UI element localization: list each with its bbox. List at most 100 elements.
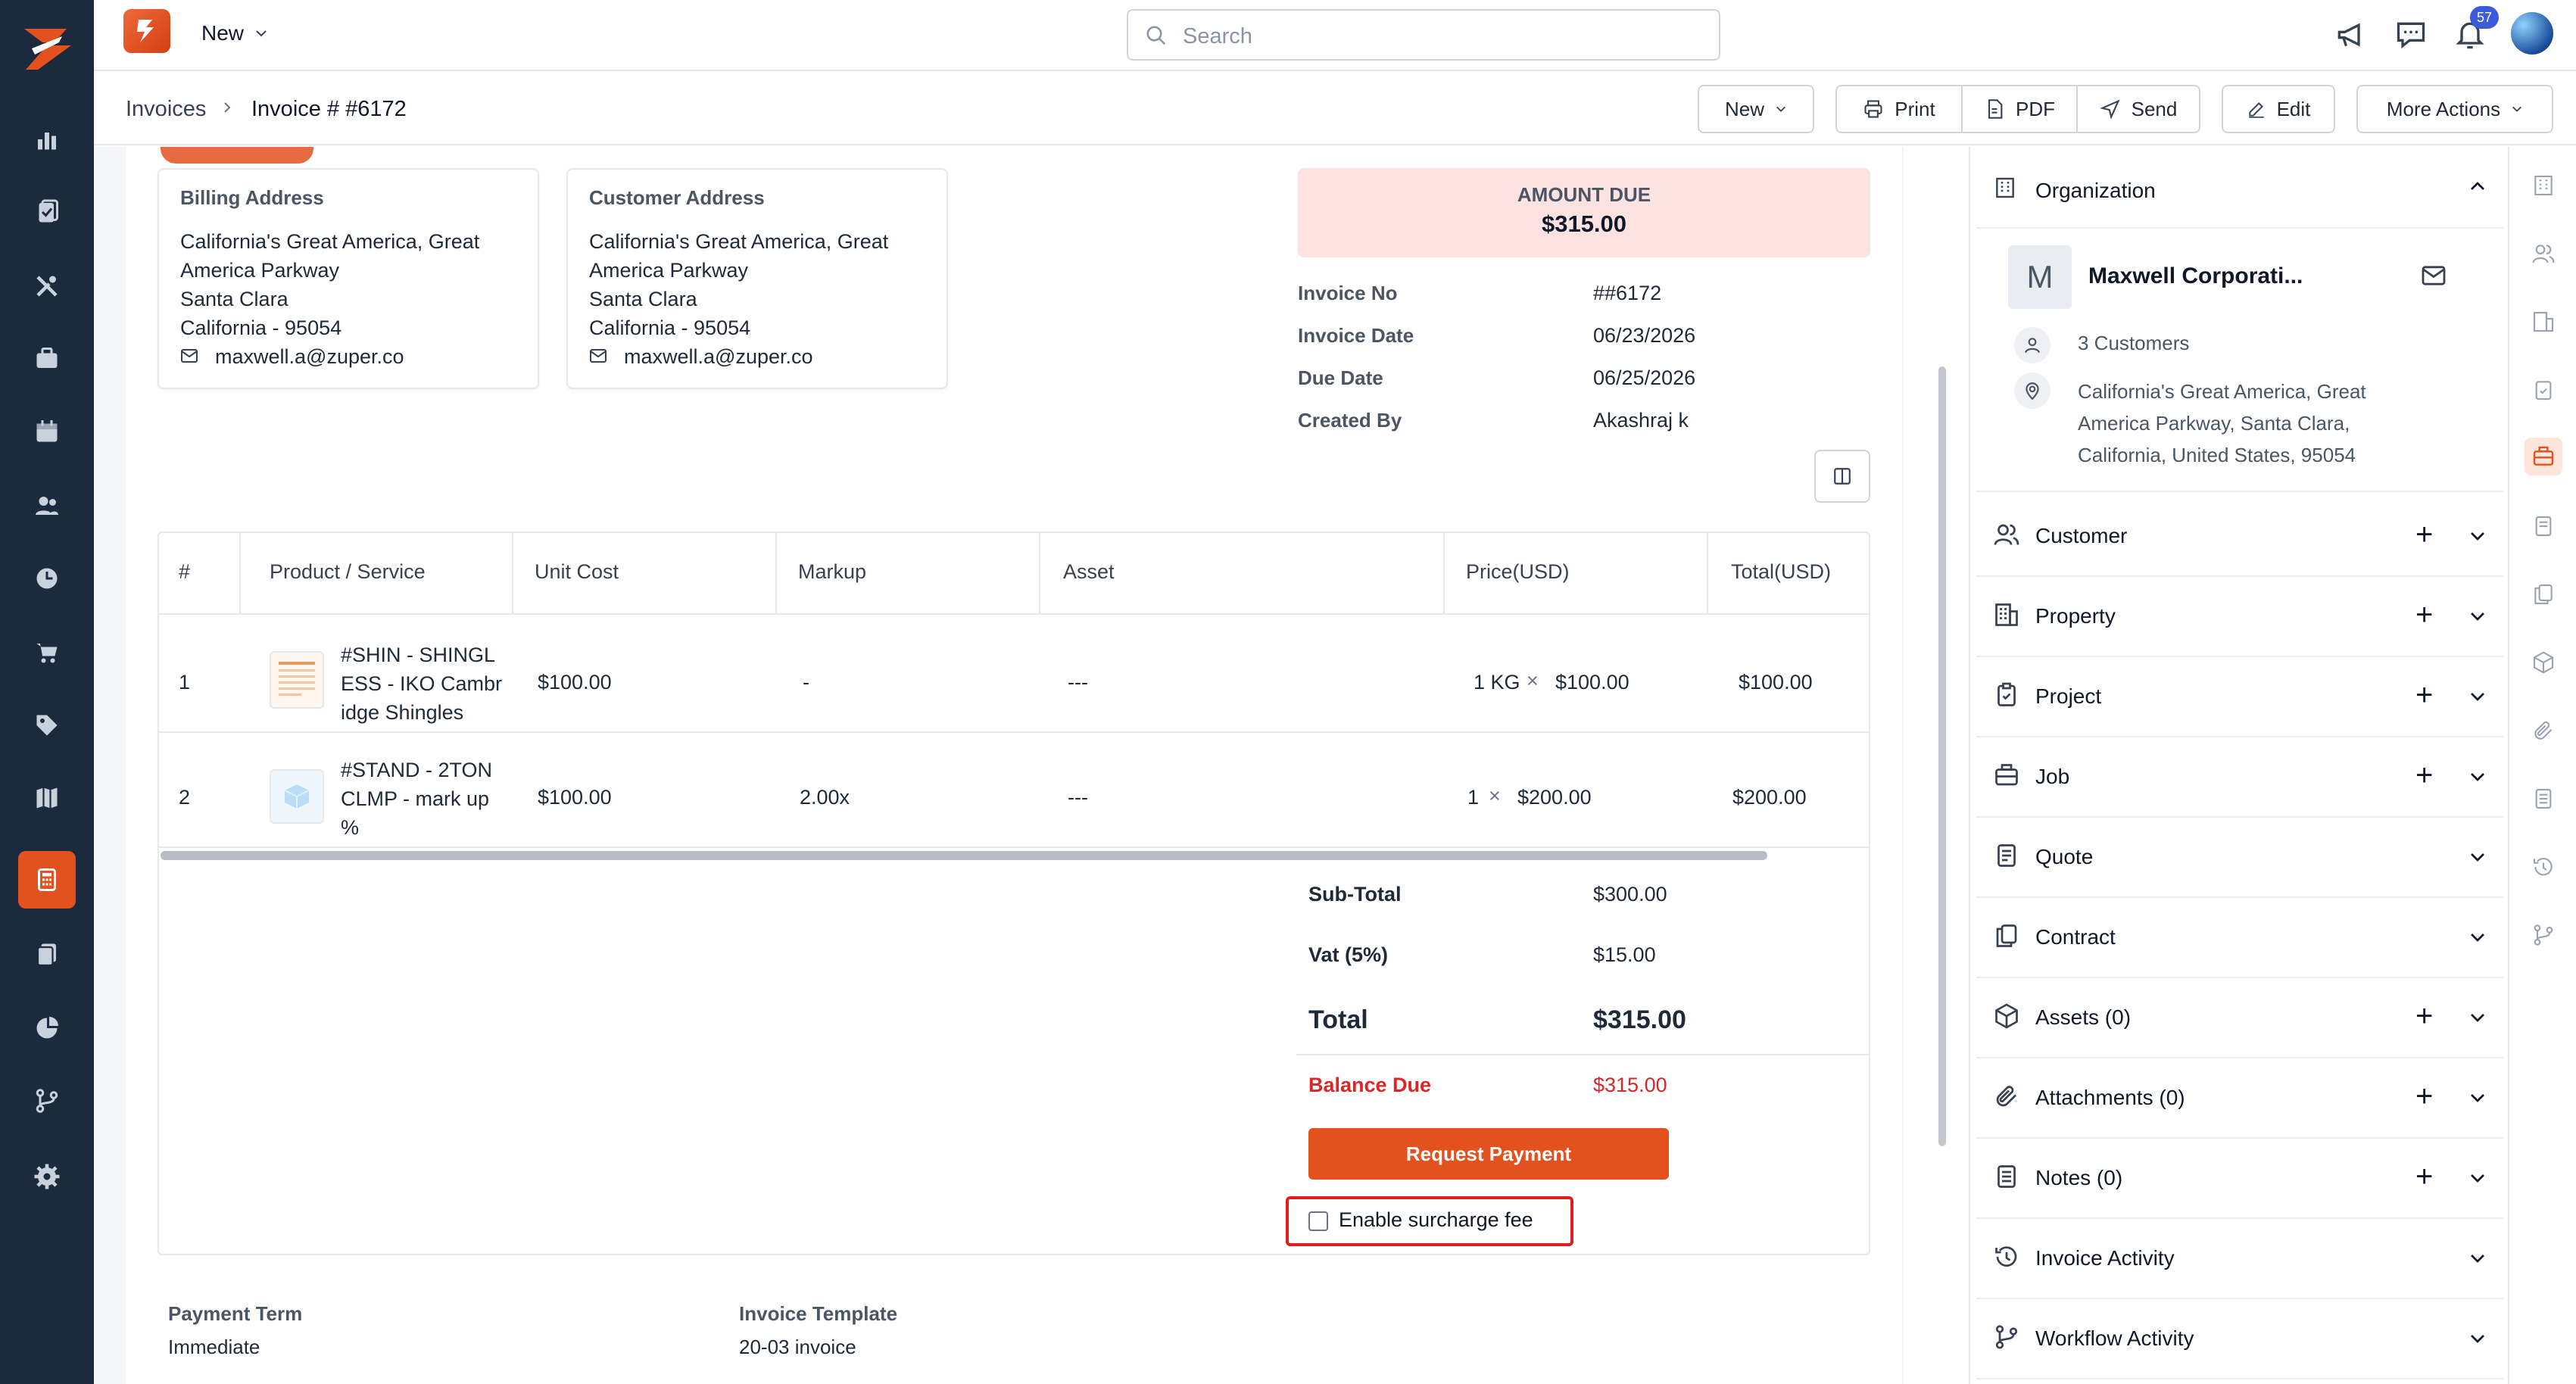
panel-item-workflow-activity[interactable]: Workflow Activity	[1976, 1299, 2503, 1379]
building-icon[interactable]	[2525, 167, 2562, 204]
org-name[interactable]: Maxwell Corporati...	[2088, 263, 2303, 289]
note-icon[interactable]	[2525, 780, 2562, 818]
plus-icon[interactable]: +	[2415, 759, 2433, 793]
print-pdf-send-group: Print PDF Send	[1835, 85, 2200, 133]
cube-icon[interactable]	[2525, 644, 2562, 681]
panel-item-assets[interactable]: Assets (0) +	[1976, 978, 2503, 1058]
panel-item-notes[interactable]: Notes (0) +	[1976, 1139, 2503, 1219]
nav-map-icon[interactable]	[23, 774, 71, 822]
plus-icon[interactable]: +	[2415, 598, 2433, 632]
billing-line3: Santa Clara	[180, 288, 288, 310]
column-toggle-button[interactable]	[1814, 450, 1870, 503]
nav-settings-icon[interactable]	[23, 1152, 71, 1201]
chevron-down-icon	[1776, 106, 1785, 112]
print-button[interactable]: Print	[1837, 86, 1963, 132]
org-avatar: M	[2008, 245, 2072, 309]
avatar[interactable]	[2511, 12, 2553, 55]
search-input[interactable]: Search	[1127, 9, 1720, 61]
more-actions-button[interactable]: More Actions	[2356, 85, 2553, 133]
nav-workflow-icon[interactable]	[23, 1077, 71, 1125]
nav-timesheet-icon[interactable]	[23, 554, 71, 603]
workflow-icon[interactable]	[2525, 916, 2562, 954]
top-new-button[interactable]: New	[201, 21, 244, 45]
nav-jobs-icon[interactable]	[23, 188, 71, 236]
chat-icon[interactable]	[2394, 18, 2428, 51]
pdf-button[interactable]: PDF	[1963, 86, 2078, 132]
top-new-label: New	[201, 21, 245, 45]
nav-invoices-icon[interactable]	[18, 851, 76, 909]
document-icon[interactable]	[2525, 507, 2562, 545]
panel-item-contract[interactable]: Contract	[1976, 898, 2503, 978]
product-name[interactable]: #SHIN - SHINGL ESS - IKO Cambr idge Shin…	[341, 641, 502, 727]
panel-item-project[interactable]: Project +	[1976, 657, 2503, 737]
customer-icon	[1993, 521, 2020, 548]
new-dropdown-button[interactable]: New	[1698, 85, 1814, 133]
balance-due-label: Balance Due	[1308, 1074, 1432, 1096]
nav-cart-icon[interactable]	[23, 628, 71, 677]
send-button[interactable]: Send	[2078, 86, 2199, 132]
product-name[interactable]: #STAND - 2TON CLMP - mark up %	[341, 756, 492, 842]
plus-icon[interactable]: +	[2415, 678, 2433, 712]
breadcrumb-invoices-link[interactable]: Invoices	[126, 97, 206, 122]
plus-icon[interactable]: +	[2415, 1160, 2433, 1194]
clipboard-check-icon[interactable]	[2525, 371, 2562, 409]
history-icon	[1993, 1243, 2020, 1270]
note-icon	[1993, 1163, 2020, 1190]
panel-item-label: Attachments (0)	[2035, 1086, 2185, 1109]
organization-header[interactable]: Organization	[1976, 147, 2503, 229]
app-logo[interactable]	[123, 9, 170, 53]
panel-item-label: Customer	[2035, 524, 2128, 547]
panel-item-label: Workflow Activity	[2035, 1326, 2194, 1350]
col-divider	[1443, 533, 1445, 613]
customer-address-line4: California - 95054	[589, 316, 751, 339]
mail-icon[interactable]	[2420, 265, 2447, 286]
nav-documents-icon[interactable]	[23, 930, 71, 978]
panel-item-customer[interactable]: Customer +	[1976, 497, 2503, 577]
plus-icon[interactable]: +	[2415, 999, 2433, 1033]
surcharge-checkbox[interactable]	[1308, 1211, 1328, 1231]
columns-icon	[1834, 468, 1851, 485]
nav-customers-icon[interactable]	[23, 482, 71, 530]
paperclip-icon[interactable]	[2525, 712, 2562, 750]
surcharge-label[interactable]: Enable surcharge fee	[1339, 1208, 1533, 1232]
zuper-logo-icon[interactable]	[17, 15, 77, 76]
row-number: 1	[179, 671, 191, 694]
panel-item-job[interactable]: Job +	[1976, 737, 2503, 818]
billing-email: maxwell.a@zuper.co	[215, 345, 404, 368]
edit-button[interactable]: Edit	[2222, 85, 2335, 133]
property-icon[interactable]	[2525, 303, 2562, 341]
document-icon	[1993, 842, 2020, 869]
building-icon	[1993, 176, 2017, 200]
nav-tools-icon[interactable]	[23, 262, 71, 310]
panel-item-property[interactable]: Property +	[1976, 577, 2503, 657]
nav-dashboard-icon[interactable]	[23, 115, 71, 164]
clipboard-check-icon	[1993, 681, 2020, 709]
chevron-down-icon	[2468, 530, 2487, 542]
copy-icon[interactable]	[2525, 575, 2562, 613]
request-payment-button[interactable]: Request Payment	[1308, 1128, 1669, 1180]
panel-item-quote[interactable]: Quote	[1976, 818, 2503, 898]
nav-tag-icon[interactable]	[23, 701, 71, 750]
panel-item-invoice-activity[interactable]: Invoice Activity	[1976, 1219, 2503, 1299]
briefcase-icon[interactable]	[2525, 438, 2562, 475]
invoice-template-label: Invoice Template	[739, 1302, 898, 1325]
nav-reports-icon[interactable]	[23, 1004, 71, 1052]
panel-item-attachments[interactable]: Attachments (0) +	[1976, 1058, 2503, 1139]
asset: ---	[1068, 671, 1088, 694]
send-label: Send	[2131, 97, 2178, 120]
main-vertical-scrollbar[interactable]	[1938, 366, 1946, 1146]
quantity: 1 KG	[1474, 671, 1520, 694]
plus-icon[interactable]: +	[2415, 1080, 2433, 1114]
line-total: $200.00	[1732, 786, 1807, 809]
mail-icon	[180, 348, 198, 363]
announcement-icon[interactable]	[2334, 18, 2367, 51]
nav-calendar-icon[interactable]	[23, 407, 71, 456]
billing-line1: California's Great America, Great	[180, 230, 480, 253]
nav-briefcase-icon[interactable]	[23, 335, 71, 383]
table-horizontal-scrollbar[interactable]	[161, 851, 1767, 860]
customer-icon[interactable]	[2525, 235, 2562, 273]
plus-icon[interactable]: +	[2415, 518, 2433, 552]
request-payment-label: Request Payment	[1405, 1142, 1572, 1165]
customers-count[interactable]: 3 Customers	[2078, 332, 2189, 355]
history-icon[interactable]	[2525, 848, 2562, 886]
